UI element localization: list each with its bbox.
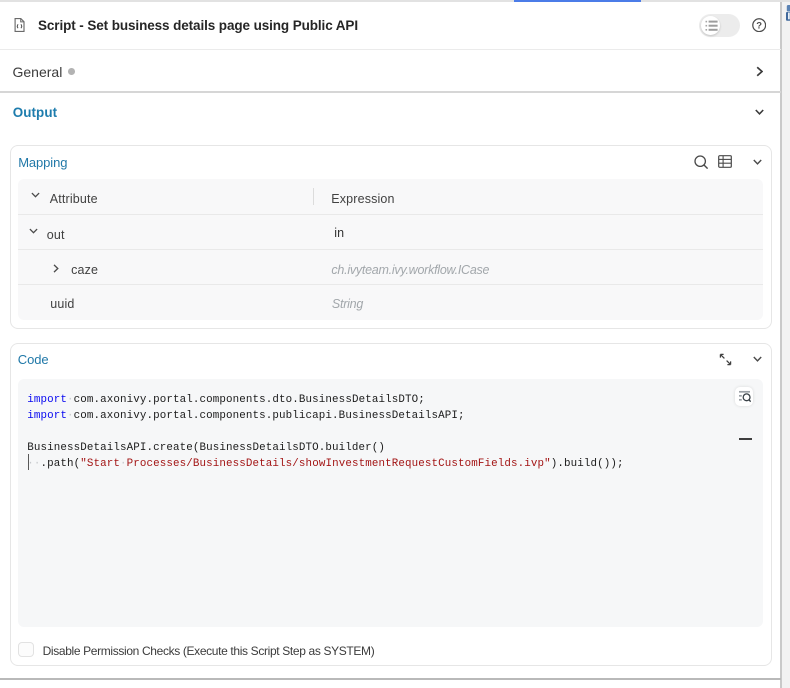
svg-text:?: ? [756,21,762,32]
